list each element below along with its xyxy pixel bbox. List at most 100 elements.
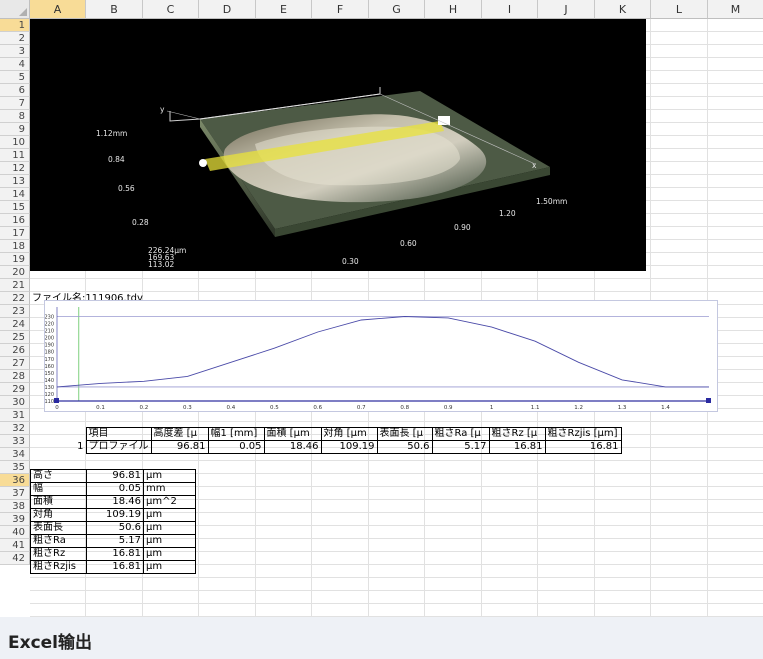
y-tick-label: 130	[45, 385, 54, 391]
measurement-value[interactable]: 16.81	[86, 547, 144, 561]
data-cell[interactable]: 16.81	[488, 440, 546, 454]
column-header-F[interactable]: F	[312, 0, 369, 19]
row-header-18[interactable]: 18	[0, 240, 30, 253]
measurement-label[interactable]: 幅	[30, 482, 87, 496]
row-header-25[interactable]: 25	[0, 331, 30, 344]
column-header-I[interactable]: I	[482, 0, 538, 19]
row-header-24[interactable]: 24	[0, 318, 30, 331]
row-header-5[interactable]: 5	[0, 71, 30, 84]
measurement-label[interactable]: 表面長	[30, 521, 87, 535]
row-header-13[interactable]: 13	[0, 175, 30, 188]
data-cell[interactable]: 18.46	[263, 440, 322, 454]
row-index[interactable]: 1	[30, 441, 86, 454]
row-header-29[interactable]: 29	[0, 383, 30, 396]
row-header-38[interactable]: 38	[0, 500, 30, 513]
row-header-31[interactable]: 31	[0, 409, 30, 422]
row-header-1[interactable]: 1	[0, 19, 30, 32]
column-header-C[interactable]: C	[143, 0, 199, 19]
measurement-label[interactable]: 粗さRz	[30, 547, 87, 561]
row-header-20[interactable]: 20	[0, 266, 30, 279]
data-cell[interactable]: 109.19	[320, 440, 378, 454]
measurement-label[interactable]: 面積	[30, 495, 87, 509]
row-header-14[interactable]: 14	[0, 188, 30, 201]
header-cell[interactable]: 表面長 [μ	[376, 427, 433, 441]
row-header-21[interactable]: 21	[0, 279, 30, 292]
row-header-32[interactable]: 32	[0, 422, 30, 435]
row-header-39[interactable]: 39	[0, 513, 30, 526]
column-header-L[interactable]: L	[651, 0, 708, 19]
column-header-A[interactable]: A	[30, 0, 86, 19]
row-header-16[interactable]: 16	[0, 214, 30, 227]
row-header-34[interactable]: 34	[0, 448, 30, 461]
measurement-label[interactable]: 高さ	[30, 469, 87, 483]
measurement-unit[interactable]: μm	[143, 469, 196, 483]
row-header-28[interactable]: 28	[0, 370, 30, 383]
column-header-G[interactable]: G	[369, 0, 425, 19]
measurement-unit[interactable]: μm	[143, 534, 196, 548]
measurement-value[interactable]: 109.19	[86, 508, 144, 522]
row-header-19[interactable]: 19	[0, 253, 30, 266]
data-cell[interactable]: 0.05	[207, 440, 265, 454]
row-header-10[interactable]: 10	[0, 136, 30, 149]
measurement-unit[interactable]: μm	[143, 547, 196, 561]
row-header-27[interactable]: 27	[0, 357, 30, 370]
measurement-unit[interactable]: μm^2	[143, 495, 196, 509]
row-header-35[interactable]: 35	[0, 461, 30, 474]
row-header-41[interactable]: 41	[0, 539, 30, 552]
header-cell[interactable]: 対角 [μm	[320, 427, 378, 441]
row-header-2[interactable]: 2	[0, 32, 30, 45]
row-header-15[interactable]: 15	[0, 201, 30, 214]
row-header-17[interactable]: 17	[0, 227, 30, 240]
row-header-4[interactable]: 4	[0, 58, 30, 71]
column-header-K[interactable]: K	[595, 0, 651, 19]
measurement-unit[interactable]: mm	[143, 482, 196, 496]
measurement-value[interactable]: 16.81	[86, 560, 144, 574]
header-cell[interactable]: 項目	[85, 427, 152, 441]
column-header-B[interactable]: B	[86, 0, 143, 19]
row-header-7[interactable]: 7	[0, 97, 30, 110]
measurement-value[interactable]: 18.46	[86, 495, 144, 509]
header-cell[interactable]: 高度差 [μ	[150, 427, 209, 441]
header-cell[interactable]: 粗さRzjis [μm]	[544, 427, 622, 441]
measurement-value[interactable]: 5.17	[86, 534, 144, 548]
measurement-label[interactable]: 粗さRzjis	[30, 560, 87, 574]
row-header-12[interactable]: 12	[0, 162, 30, 175]
row-header-6[interactable]: 6	[0, 84, 30, 97]
data-cell[interactable]: 96.81	[150, 440, 209, 454]
data-cell[interactable]: 50.6	[376, 440, 433, 454]
select-all-corner[interactable]	[0, 0, 30, 19]
measurement-unit[interactable]: μm	[143, 560, 196, 574]
measurement-value[interactable]: 50.6	[86, 521, 144, 535]
row-header-42[interactable]: 42	[0, 552, 30, 565]
data-cell[interactable]: プロファイル	[85, 440, 152, 454]
row-header-37[interactable]: 37	[0, 487, 30, 500]
row-header-33[interactable]: 33	[0, 435, 30, 448]
column-header-M[interactable]: M	[708, 0, 763, 19]
row-header-3[interactable]: 3	[0, 45, 30, 58]
row-header-9[interactable]: 9	[0, 123, 30, 136]
header-cell[interactable]: 粗さRa [μ	[431, 427, 490, 441]
measurement-value[interactable]: 96.81	[86, 469, 144, 483]
column-header-E[interactable]: E	[256, 0, 312, 19]
row-header-30[interactable]: 30	[0, 396, 30, 409]
row-header-23[interactable]: 23	[0, 305, 30, 318]
row-header-26[interactable]: 26	[0, 344, 30, 357]
row-header-11[interactable]: 11	[0, 149, 30, 162]
header-cell[interactable]: 粗さRz [μ	[488, 427, 546, 441]
data-cell[interactable]: 16.81	[544, 440, 622, 454]
row-header-8[interactable]: 8	[0, 110, 30, 123]
measurement-label[interactable]: 粗さRa	[30, 534, 87, 548]
measurement-value[interactable]: 0.05	[86, 482, 144, 496]
measurement-unit[interactable]: μm	[143, 508, 196, 522]
column-header-H[interactable]: H	[425, 0, 482, 19]
column-header-D[interactable]: D	[199, 0, 256, 19]
data-cell[interactable]: 5.17	[431, 440, 490, 454]
row-header-22[interactable]: 22	[0, 292, 30, 305]
measurement-label[interactable]: 対角	[30, 508, 87, 522]
column-header-J[interactable]: J	[538, 0, 595, 19]
row-header-40[interactable]: 40	[0, 526, 30, 539]
header-cell[interactable]: 幅1 [mm]	[207, 427, 265, 441]
row-header-36[interactable]: 36	[0, 474, 30, 487]
measurement-unit[interactable]: μm	[143, 521, 196, 535]
header-cell[interactable]: 面積 [μm	[263, 427, 322, 441]
